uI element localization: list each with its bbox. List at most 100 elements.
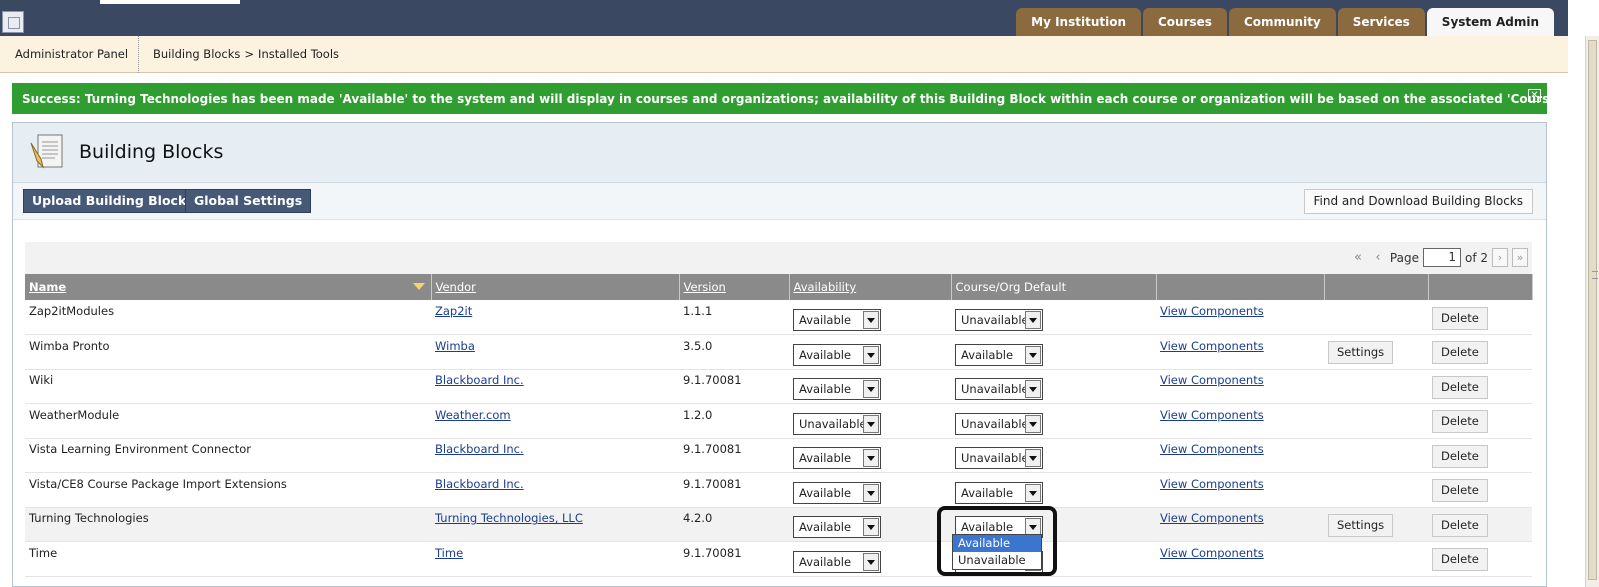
cell-settings: Settings bbox=[1324, 507, 1428, 542]
block-name: Zap2itModules bbox=[29, 304, 115, 318]
availability-select[interactable]: Available bbox=[793, 309, 881, 331]
availability-select[interactable]: Available bbox=[793, 550, 881, 573]
view-components-link[interactable]: View Components bbox=[1160, 304, 1264, 318]
chevron-down-icon[interactable] bbox=[863, 345, 879, 364]
cell-version: 9.1.70081 bbox=[679, 541, 789, 577]
settings-button[interactable]: Settings bbox=[1328, 341, 1394, 365]
breadcrumb-building-blocks[interactable]: Building Blocks bbox=[153, 47, 240, 61]
chevron-down-icon[interactable] bbox=[1025, 414, 1041, 433]
table-row: Time Time 9.1.70081 Available Unavailable Vie… bbox=[25, 541, 1532, 577]
last-page-icon[interactable]: » bbox=[1512, 248, 1528, 267]
cell-course-org-default: Unavailable bbox=[951, 300, 1156, 335]
vendor-link[interactable]: Zap2it bbox=[435, 304, 472, 318]
view-components-link[interactable]: View Components bbox=[1160, 373, 1264, 387]
cell-version: 1.1.1 bbox=[679, 300, 789, 335]
course-org-default-value: Unavailable bbox=[961, 382, 1029, 397]
cell-name: Zap2itModules bbox=[25, 300, 431, 335]
course-org-default-select[interactable]: Unavailable bbox=[955, 412, 1043, 435]
cell-components: View Components bbox=[1156, 300, 1324, 335]
chevron-down-icon[interactable] bbox=[863, 518, 879, 537]
vertical-scrollbar[interactable] bbox=[1585, 36, 1599, 587]
vendor-link[interactable]: Time bbox=[435, 546, 463, 560]
view-components-link[interactable]: View Components bbox=[1160, 442, 1264, 456]
availability-select[interactable]: Available bbox=[793, 516, 881, 539]
course-org-default-select[interactable]: Unavailable bbox=[955, 309, 1043, 331]
previous-page-icon[interactable]: ‹ bbox=[1370, 250, 1386, 265]
breadcrumb-administrator-panel[interactable]: Administrator Panel bbox=[15, 47, 128, 61]
vendor-link[interactable]: Wimba bbox=[435, 339, 475, 353]
find-download-building-blocks-button[interactable]: Find and Download Building Blocks bbox=[1303, 189, 1533, 214]
availability-value: Available bbox=[799, 382, 852, 397]
course-org-default-dropdown-list[interactable]: Available Unavailable bbox=[952, 534, 1042, 570]
cell-version: 9.1.70081 bbox=[679, 472, 789, 508]
chevron-down-icon[interactable] bbox=[863, 552, 879, 571]
block-name: Time bbox=[29, 545, 58, 560]
column-header-vendor[interactable]: Vendor bbox=[431, 274, 680, 300]
delete-button[interactable]: Delete bbox=[1432, 410, 1488, 434]
delete-button[interactable]: Delete bbox=[1432, 375, 1488, 399]
vendor-link[interactable]: Turning Technologies, LLC bbox=[435, 511, 583, 525]
first-page-icon[interactable]: « bbox=[1350, 250, 1366, 265]
availability-select[interactable]: Available bbox=[793, 481, 881, 504]
cell-vendor: Blackboard Inc. bbox=[431, 472, 679, 508]
tab-community[interactable]: Community bbox=[1228, 8, 1336, 36]
delete-button[interactable]: Delete bbox=[1432, 444, 1488, 468]
cell-availability: Available bbox=[789, 300, 951, 335]
tab-courses[interactable]: Courses bbox=[1143, 8, 1227, 36]
chevron-down-icon[interactable] bbox=[1025, 449, 1041, 468]
tab-services[interactable]: Services bbox=[1337, 8, 1425, 36]
vendor-link[interactable]: Blackboard Inc. bbox=[435, 373, 524, 387]
upload-building-blocks-button[interactable]: Upload Building Blocks bbox=[23, 189, 203, 213]
settings-button[interactable]: Settings bbox=[1328, 513, 1394, 537]
chevron-down-icon[interactable] bbox=[1025, 345, 1041, 364]
delete-button[interactable]: Delete bbox=[1432, 548, 1488, 572]
chevron-down-icon[interactable] bbox=[1025, 483, 1041, 502]
chevron-down-icon[interactable] bbox=[863, 414, 879, 433]
chevron-down-icon[interactable] bbox=[863, 449, 879, 468]
column-header-name[interactable]: Name bbox=[25, 274, 432, 300]
delete-button[interactable]: Delete bbox=[1432, 513, 1488, 537]
view-components-link[interactable]: View Components bbox=[1160, 511, 1264, 525]
window-menu-icon[interactable] bbox=[2, 11, 24, 33]
delete-button[interactable]: Delete bbox=[1432, 306, 1488, 330]
vendor-link[interactable]: Weather.com bbox=[435, 408, 511, 422]
view-components-link[interactable]: View Components bbox=[1160, 477, 1264, 491]
chevron-down-icon[interactable] bbox=[1025, 311, 1041, 329]
availability-select[interactable]: Unavailable bbox=[793, 412, 881, 435]
cell-version: 9.1.70081 bbox=[679, 369, 789, 404]
chevron-down-icon[interactable] bbox=[863, 483, 879, 502]
course-org-default-select[interactable]: Unavailable bbox=[955, 378, 1043, 401]
tab-my-institution[interactable]: My Institution bbox=[1016, 8, 1141, 36]
vendor-link[interactable]: Blackboard Inc. bbox=[435, 477, 524, 491]
view-components-link[interactable]: View Components bbox=[1160, 546, 1264, 560]
cell-course-org-default: Available bbox=[951, 334, 1156, 370]
view-components-link[interactable]: View Components bbox=[1160, 339, 1264, 353]
close-icon[interactable]: ✕ bbox=[1528, 89, 1541, 102]
page-number-input[interactable]: 1 bbox=[1422, 248, 1461, 267]
chevron-down-icon[interactable] bbox=[863, 380, 879, 399]
tab-system-admin[interactable]: System Admin bbox=[1426, 8, 1554, 36]
course-org-default-select[interactable]: Available bbox=[955, 343, 1043, 366]
global-settings-button[interactable]: Global Settings bbox=[185, 189, 312, 213]
dropdown-option-available[interactable]: Available bbox=[953, 535, 1041, 552]
view-components-link[interactable]: View Components bbox=[1160, 408, 1264, 422]
column-header-availability[interactable]: Availability bbox=[789, 274, 952, 300]
column-header-version[interactable]: Version bbox=[679, 274, 790, 300]
vendor-link[interactable]: Blackboard Inc. bbox=[435, 442, 524, 456]
availability-select[interactable]: Available bbox=[793, 343, 881, 366]
delete-button[interactable]: Delete bbox=[1432, 341, 1488, 365]
table-row: Turning Technologies Turning Technologies… bbox=[25, 507, 1532, 542]
availability-select[interactable]: Available bbox=[793, 378, 881, 401]
breadcrumb-current: Installed Tools bbox=[258, 47, 340, 61]
availability-select[interactable]: Available bbox=[793, 447, 881, 470]
cell-settings bbox=[1324, 403, 1428, 439]
course-org-default-select[interactable]: Unavailable bbox=[955, 447, 1043, 470]
chevron-down-icon[interactable] bbox=[863, 311, 879, 329]
chevron-down-icon[interactable] bbox=[1025, 380, 1041, 399]
next-page-icon[interactable]: › bbox=[1492, 248, 1508, 267]
dropdown-option-unavailable[interactable]: Unavailable bbox=[953, 552, 1041, 569]
course-org-default-select[interactable]: Available bbox=[955, 481, 1043, 504]
delete-button[interactable]: Delete bbox=[1432, 479, 1488, 503]
scrollbar-thumb[interactable] bbox=[1588, 40, 1598, 580]
cell-vendor: Weather.com bbox=[431, 403, 679, 439]
